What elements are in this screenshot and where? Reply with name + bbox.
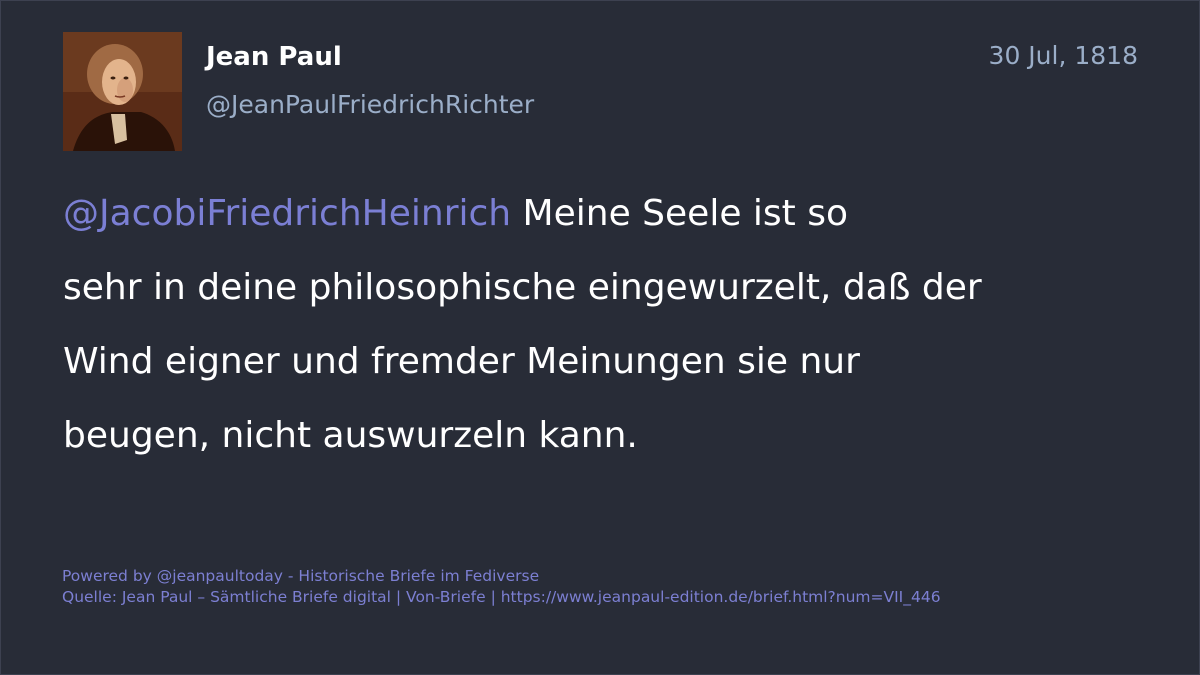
avatar[interactable] [63, 32, 182, 151]
post-content: @JacobiFriedrichHeinrich Meine Seele ist… [63, 177, 1123, 473]
post-card: Jean Paul @JeanPaulFriedrichRichter 30 J… [0, 0, 1200, 675]
powered-by-text: Powered by @jeanpaultoday - Historische … [62, 567, 540, 585]
post-content-line: sehr in deine philosophische eingewurzel… [63, 267, 982, 308]
post-content-line: Wind eigner und fremder Meinungen sie nu… [63, 341, 860, 382]
author-handle[interactable]: @JeanPaulFriedrichRichter [206, 90, 534, 119]
post-content-line: beugen, nicht auswurzeln kann. [63, 415, 638, 456]
mention-link[interactable]: @JacobiFriedrichHeinrich [63, 193, 511, 234]
author-display-name[interactable]: Jean Paul [206, 42, 342, 72]
footer: Powered by @jeanpaultoday - Historische … [62, 566, 941, 608]
post-date[interactable]: 30 Jul, 1818 [989, 41, 1138, 70]
post-text: Meine Seele ist so [511, 193, 849, 234]
source-text: Quelle: Jean Paul – Sämtliche Briefe dig… [62, 588, 941, 606]
post-content-line: @JacobiFriedrichHeinrich Meine Seele ist… [63, 177, 1123, 251]
portrait-avatar-icon [63, 32, 182, 151]
